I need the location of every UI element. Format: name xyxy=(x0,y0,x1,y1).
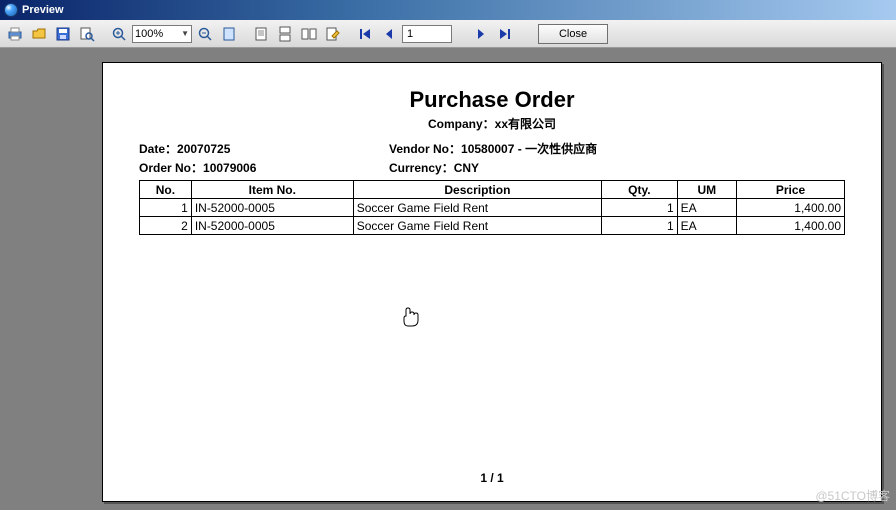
doc-title: Purchase Order xyxy=(139,87,845,113)
date-label: Date： xyxy=(139,142,177,156)
zoom-value: 100% xyxy=(135,28,163,40)
first-page-icon[interactable] xyxy=(354,23,376,45)
col-item: Item No. xyxy=(191,181,353,199)
open-icon[interactable] xyxy=(28,23,50,45)
currency-value: CNY xyxy=(454,161,479,175)
zoom-in-icon[interactable] xyxy=(108,23,130,45)
table-row: 1 IN-52000-0005 Soccer Game Field Rent 1… xyxy=(140,199,845,217)
continuous-page-icon[interactable] xyxy=(274,23,296,45)
zoom-select[interactable]: 100% ▼ xyxy=(132,25,192,43)
po-table: No. Item No. Description Qty. UM Price 1… xyxy=(139,180,845,235)
company-line: Company：xx有限公司 xyxy=(139,115,845,132)
page-indicator: 1 / 1 xyxy=(139,471,845,485)
orderno-label: Order No： xyxy=(139,161,203,175)
find-icon[interactable] xyxy=(76,23,98,45)
col-um: UM xyxy=(677,181,736,199)
app-icon xyxy=(4,3,18,17)
prev-page-icon[interactable] xyxy=(378,23,400,45)
col-no: No. xyxy=(140,181,192,199)
single-page-icon[interactable] xyxy=(250,23,272,45)
chevron-down-icon: ▼ xyxy=(181,29,189,38)
full-page-icon[interactable] xyxy=(218,23,240,45)
zoom-out-icon[interactable] xyxy=(194,23,216,45)
vendor-label: Vendor No： xyxy=(389,142,461,156)
col-desc: Description xyxy=(353,181,601,199)
close-button[interactable]: Close xyxy=(538,24,608,44)
table-row: 2 IN-52000-0005 Soccer Game Field Rent 1… xyxy=(140,217,845,235)
save-icon[interactable] xyxy=(52,23,74,45)
orderno-value: 10079006 xyxy=(203,161,256,175)
facing-pages-icon[interactable] xyxy=(298,23,320,45)
table-header-row: No. Item No. Description Qty. UM Price xyxy=(140,181,845,199)
toolbar: 100% ▼ Close xyxy=(0,20,896,48)
last-page-icon[interactable] xyxy=(494,23,516,45)
print-icon[interactable] xyxy=(4,23,26,45)
next-page-icon[interactable] xyxy=(470,23,492,45)
document-page: Purchase Order Company：xx有限公司 Date：20070… xyxy=(102,62,882,502)
date-value: 20070725 xyxy=(177,142,230,156)
currency-label: Currency： xyxy=(389,161,454,175)
vendor-value: 10580007 - 一次性供应商 xyxy=(461,142,597,156)
col-price: Price xyxy=(737,181,845,199)
window-title: Preview xyxy=(22,4,64,16)
watermark: @51CTO博客 xyxy=(815,487,890,504)
company-value: xx有限公司 xyxy=(495,117,556,131)
window-titlebar: Preview xyxy=(0,0,896,20)
page-input[interactable] xyxy=(402,25,452,43)
edit-icon[interactable] xyxy=(322,23,344,45)
preview-workspace[interactable]: Purchase Order Company：xx有限公司 Date：20070… xyxy=(0,48,896,510)
company-label: Company： xyxy=(428,117,495,131)
col-qty: Qty. xyxy=(602,181,678,199)
